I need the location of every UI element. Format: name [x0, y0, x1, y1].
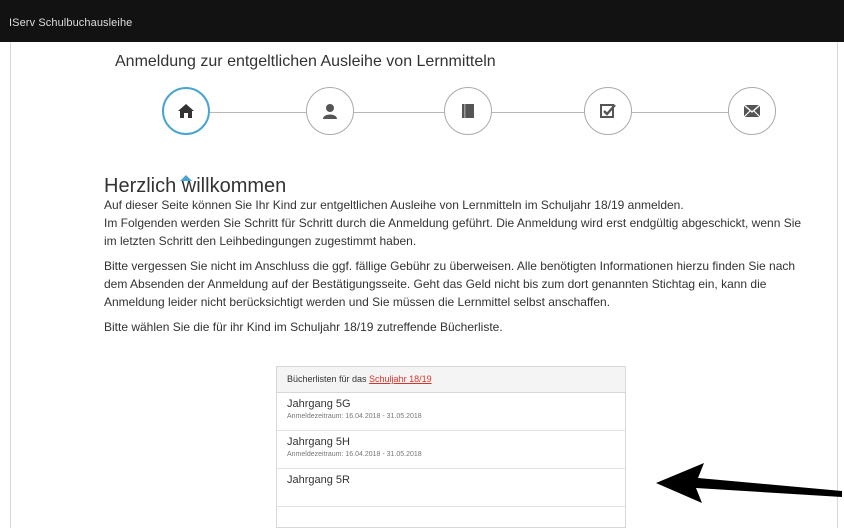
stepper-connector	[354, 112, 444, 113]
school-year-link[interactable]: Schuljahr 18/19	[369, 374, 432, 384]
envelope-icon	[743, 104, 761, 118]
booklist-heading: Bücherlisten für das Schuljahr 18/19	[277, 367, 625, 393]
intro-line-2: Im Folgenden werden Sie Schritt für Schr…	[104, 216, 802, 248]
booklist-item-title: Jahrgang 5H	[287, 436, 350, 448]
booklist-heading-text: Bücherlisten für das	[287, 374, 370, 384]
page-title: Anmeldung zur entgeltlichen Ausleihe von…	[115, 53, 496, 70]
intro-paragraph-1: Auf dieser Seite können Sie Ihr Kind zur…	[104, 196, 814, 250]
booklist-item-title: Jahrgang 5R	[287, 474, 350, 486]
app-brand-link[interactable]: IServ Schulbuchausleihe	[9, 17, 132, 29]
introduction-text: Auf dieser Seite können Sie Ihr Kind zur…	[104, 196, 814, 343]
stepper-connector	[632, 112, 728, 113]
booklist-item-title: Jahrgang 5G	[287, 398, 351, 410]
stepper-connector	[210, 112, 306, 113]
step-books[interactable]	[444, 87, 492, 135]
booklist-panel: Bücherlisten für das Schuljahr 18/19 Jah…	[276, 366, 626, 528]
step-user[interactable]	[306, 87, 354, 135]
top-navigation-bar: IServ Schulbuchausleihe	[0, 0, 844, 42]
intro-line-1: Auf dieser Seite können Sie Ihr Kind zur…	[104, 198, 684, 212]
booklist-item-period: Anmeldezeitraum: 16.04.2018 - 31.05.2018	[287, 413, 422, 420]
intro-paragraph-3: Bitte wählen Sie die für ihr Kind im Sch…	[104, 320, 503, 334]
user-icon	[323, 104, 337, 119]
registration-stepper	[162, 87, 776, 137]
app-window: IServ Schulbuchausleihe Anmeldung zur en…	[0, 0, 844, 528]
step-confirm[interactable]	[584, 87, 632, 135]
welcome-heading: Herzlich willkommen	[104, 175, 287, 197]
check-square-icon	[600, 104, 616, 118]
booklist-item-5h[interactable]: Jahrgang 5H Anmeldezeitraum: 16.04.2018 …	[277, 431, 625, 469]
stepper-connector	[492, 112, 584, 113]
home-icon	[178, 104, 194, 118]
step-home[interactable]	[162, 87, 210, 135]
booklist-item-5g[interactable]: Jahrgang 5G Anmeldezeitraum: 16.04.2018 …	[277, 393, 625, 431]
booklist-item-5r[interactable]: Jahrgang 5R	[277, 469, 625, 507]
step-send[interactable]	[728, 87, 776, 135]
annotation-arrow-icon	[656, 463, 842, 503]
booklist-item-period: Anmeldezeitraum: 16.04.2018 - 31.05.2018	[287, 451, 422, 458]
book-icon	[462, 104, 474, 118]
intro-paragraph-2: Bitte vergessen Sie nicht im Anschluss d…	[104, 259, 796, 309]
